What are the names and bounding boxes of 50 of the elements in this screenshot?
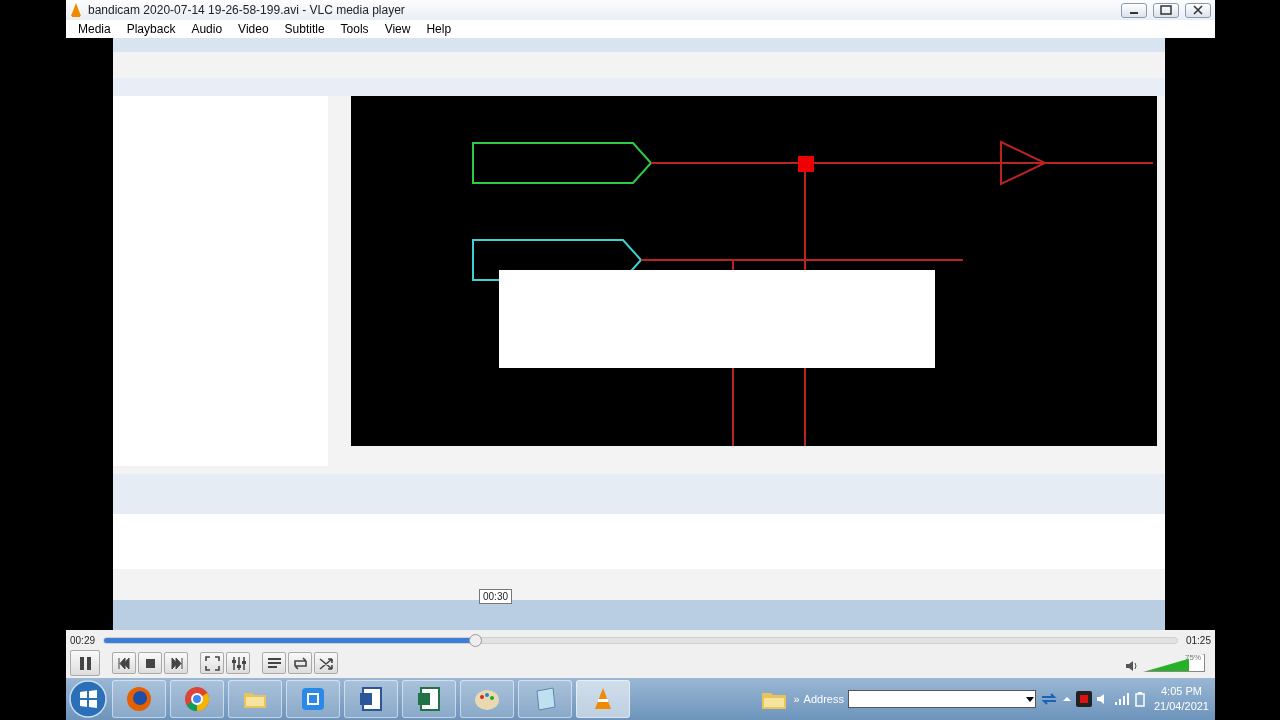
address-label: Address [803, 691, 844, 707]
dropdown-icon[interactable] [1024, 695, 1035, 703]
speaker-icon[interactable] [1125, 660, 1137, 672]
seek-handle[interactable] [469, 633, 483, 647]
playlist-button[interactable] [262, 652, 286, 674]
minimize-button[interactable] [1121, 2, 1147, 18]
total-time: 01:25 [1185, 633, 1211, 648]
previous-button[interactable] [112, 652, 136, 674]
battery-icon[interactable] [1133, 691, 1146, 707]
elapsed-time: 00:29 [70, 633, 96, 648]
document-icon [357, 685, 385, 713]
shuffle-button[interactable] [314, 652, 338, 674]
signal-icon[interactable] [1113, 692, 1130, 706]
menu-item[interactable]: Playback [118, 20, 184, 38]
chrome-icon [183, 685, 211, 713]
loop-button[interactable] [288, 652, 312, 674]
stop-button[interactable] [138, 652, 162, 674]
spreadsheet-icon [415, 685, 443, 713]
taskbar-button[interactable] [344, 680, 398, 718]
cone-icon [70, 3, 82, 17]
address-field[interactable] [847, 690, 1036, 708]
menu-item[interactable]: Subtitle [276, 20, 333, 38]
maximize-button[interactable] [1153, 2, 1179, 18]
volume-level: 75% [1185, 652, 1201, 664]
close-icon [1193, 5, 1203, 15]
equalizer-button[interactable] [226, 652, 250, 674]
close-button[interactable] [1185, 2, 1211, 18]
start-button[interactable] [68, 679, 108, 719]
fullscreen-icon [202, 653, 222, 673]
capture-icon [299, 685, 327, 713]
maximize-icon [1160, 5, 1172, 15]
minimize-icon [1130, 11, 1138, 14]
next-button[interactable] [164, 652, 188, 674]
taskbar-button[interactable] [112, 680, 166, 718]
show-hidden-icon[interactable] [1061, 694, 1072, 704]
menu-item[interactable]: Media [70, 20, 119, 38]
menu-item[interactable]: Audio [183, 20, 231, 38]
menu-item[interactable]: Tools [332, 20, 377, 38]
menu-item[interactable]: View [376, 20, 419, 38]
time-tooltip: 00:30 [479, 589, 513, 604]
taskbar-button[interactable] [402, 680, 456, 718]
menu-item[interactable]: Help [418, 20, 460, 38]
menu-item[interactable]: Video [230, 20, 277, 38]
pause-button[interactable] [70, 650, 100, 676]
fullscreen-button[interactable] [200, 652, 224, 674]
taskbar-button[interactable] [170, 680, 224, 718]
taskbar-button[interactable] [286, 680, 340, 718]
seek-bar[interactable] [103, 636, 1178, 644]
record-icon[interactable] [1075, 691, 1092, 707]
window-title: bandicam 2020-07-14 19-26-58-199.avi - VLC media player [88, 2, 405, 19]
